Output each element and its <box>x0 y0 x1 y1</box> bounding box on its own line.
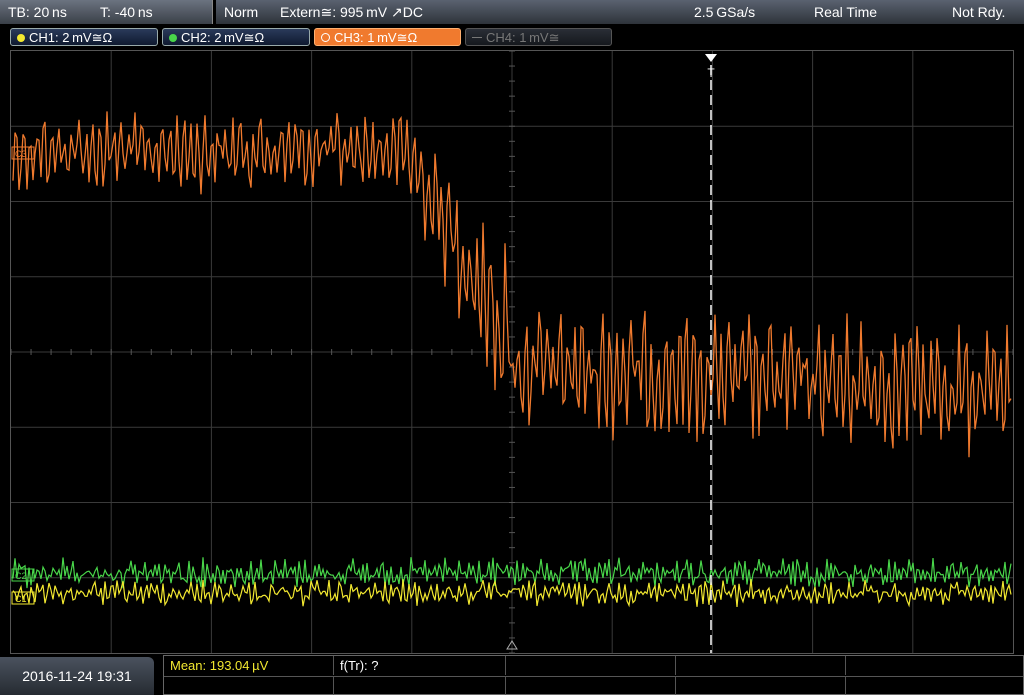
channel-4-off-icon <box>472 37 482 38</box>
channel-2-button[interactable]: CH2: 2 mV≅Ω <box>162 28 310 46</box>
channel-bar: CH1: 2 mV≅Ω CH2: 2 mV≅Ω CH3: 1 mV≅Ω CH4:… <box>0 26 1024 48</box>
channel-3-ref-label: C3 <box>15 149 27 159</box>
measurement-slot-8[interactable] <box>506 676 676 695</box>
sample-rate[interactable]: 2.5 GSa/s <box>694 0 755 24</box>
measurement-mean[interactable]: Mean: 193.04 µV <box>164 656 334 675</box>
channel-2-indicator-icon <box>169 34 177 42</box>
trigger-mode[interactable]: Norm <box>224 0 258 24</box>
acquisition-status: Not Rdy. <box>952 4 1006 20</box>
measurement-slot-9[interactable] <box>676 676 846 695</box>
channel-3-indicator-icon <box>321 33 330 42</box>
timebase-panel[interactable]: TB: 20 ns T: -40 ns <box>0 0 213 24</box>
acquisition-mode[interactable]: Real Time <box>814 0 877 24</box>
channel-4-button[interactable]: CH4: 1 mV≅ <box>465 28 612 46</box>
channel-1-button[interactable]: CH1: 2 mV≅Ω <box>10 28 158 46</box>
measurement-slot-7[interactable] <box>334 676 506 695</box>
measurement-rise-freq[interactable]: f(Tr): ? <box>334 656 506 675</box>
channel-3-button[interactable]: CH3: 1 mV≅Ω <box>314 28 461 46</box>
channel-1-ref-label: C1 <box>15 594 27 604</box>
date-time: 2016-11-24 19:31 <box>0 657 154 695</box>
channel-1-label: CH1: 2 mV≅Ω <box>29 30 113 45</box>
measurement-slot-3[interactable] <box>506 656 676 675</box>
measurement-slot-6[interactable] <box>164 676 334 695</box>
channel-4-label: CH4: 1 mV≅ <box>486 30 560 45</box>
trigger-panel: Norm Extern≅: 995 mV ↗DC 2.5 GSa/s Real … <box>216 0 1024 24</box>
trigger-marker-label: T <box>707 66 715 80</box>
measurement-table[interactable]: Mean: 193.04 µV f(Tr): ? <box>163 655 1024 695</box>
waveform-graticule: T C3 C2 C1 <box>11 51 1013 653</box>
waveform-display[interactable]: T C3 C2 C1 <box>10 50 1014 654</box>
measurement-slot-5[interactable] <box>846 656 1023 675</box>
trigger-source[interactable]: Extern≅: 995 mV ↗DC <box>280 0 423 24</box>
channel-3-label: CH3: 1 mV≅Ω <box>334 30 418 45</box>
measurement-slot-4[interactable] <box>676 656 846 675</box>
measurement-slot-10[interactable] <box>846 676 1023 695</box>
status-bar: TB: 20 ns T: -40 ns Norm Extern≅: 995 mV… <box>0 0 1024 24</box>
channel-2-ref-label: C2 <box>15 571 27 581</box>
channel-1-indicator-icon <box>17 34 25 42</box>
channel-2-label: CH2: 2 mV≅Ω <box>181 30 265 45</box>
bottom-bar: 2016-11-24 19:31 Mean: 193.04 µV f(Tr): … <box>0 655 1024 695</box>
trigger-offset-readout[interactable]: T: -40 ns <box>100 0 153 24</box>
trigger-position-marker-icon[interactable] <box>705 54 717 62</box>
timebase-readout[interactable]: TB: 20 ns <box>8 0 67 24</box>
